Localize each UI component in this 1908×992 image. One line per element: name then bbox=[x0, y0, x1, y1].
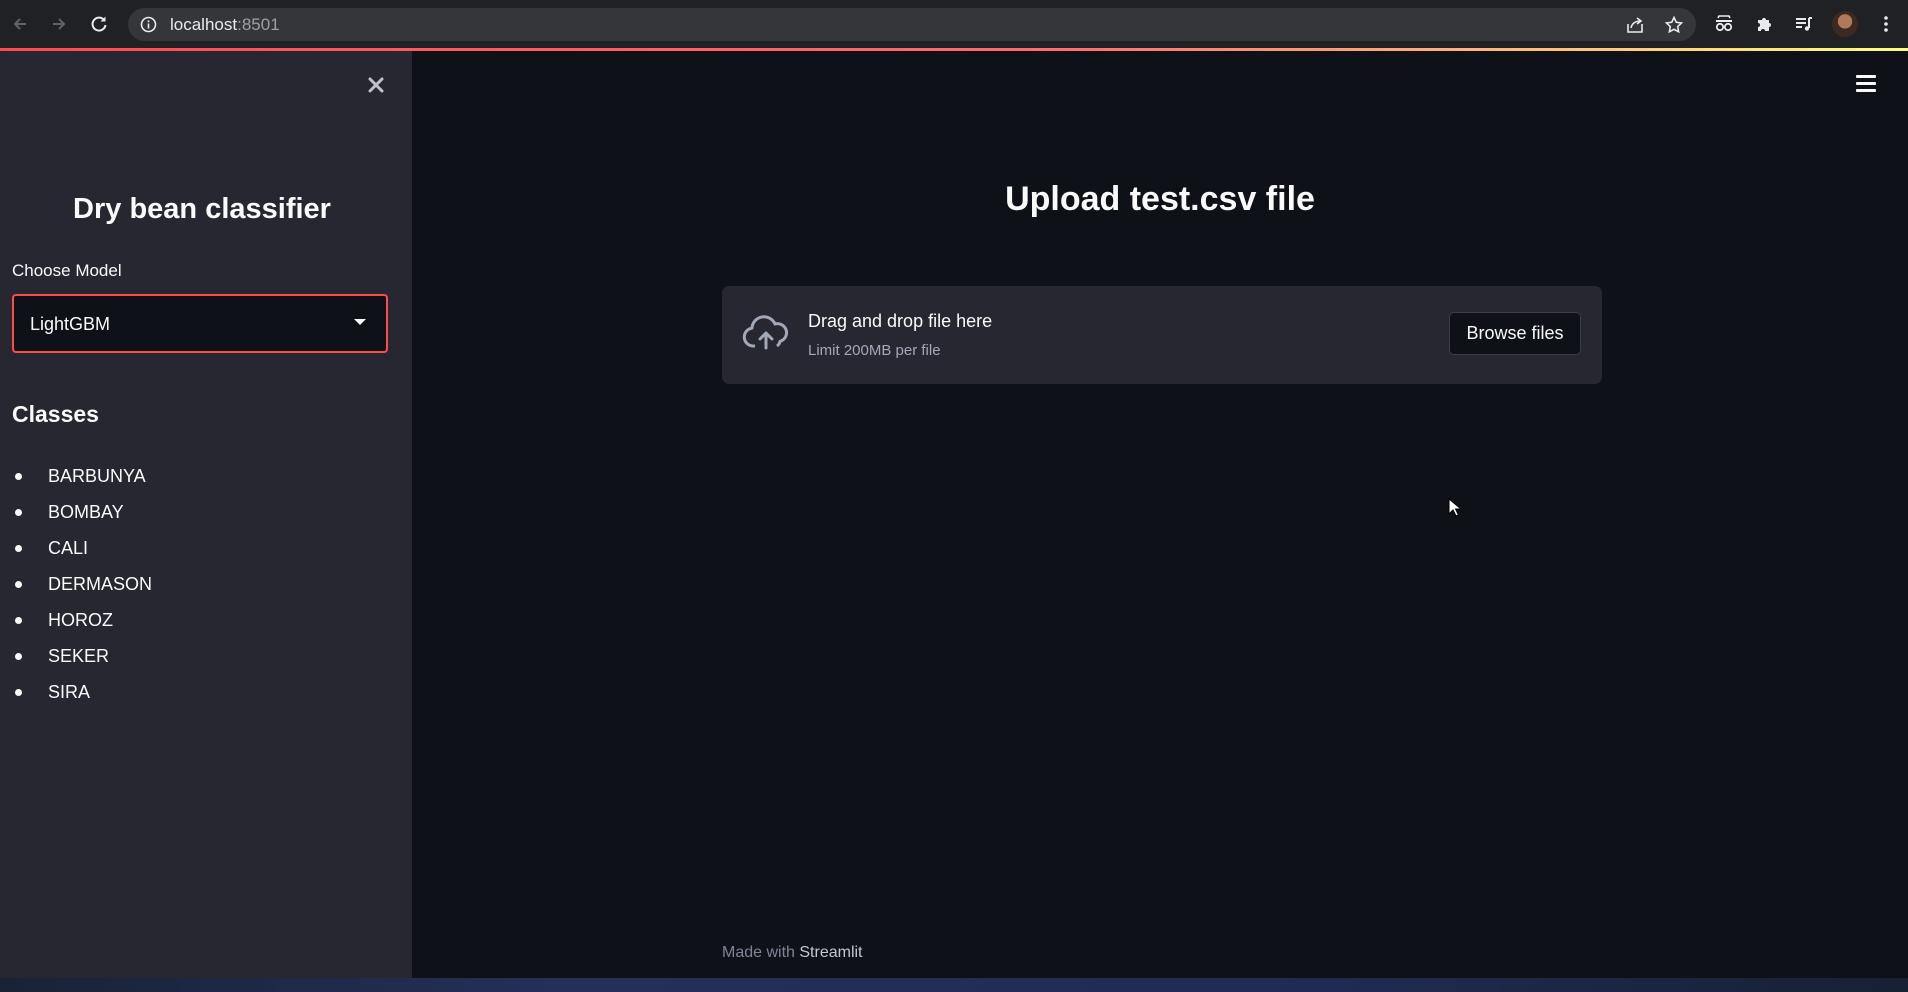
classes-heading: Classes bbox=[12, 401, 99, 427]
footer-prefix: Made with bbox=[722, 944, 800, 961]
media-queue-icon[interactable] bbox=[1792, 12, 1816, 36]
page-title: Upload test.csv file bbox=[1005, 180, 1315, 218]
puzzle-icon[interactable] bbox=[1752, 12, 1776, 36]
url-text[interactable]: localhost:8501 bbox=[170, 8, 280, 41]
share-icon[interactable] bbox=[1624, 14, 1646, 36]
cloud-upload-icon bbox=[742, 314, 790, 354]
model-select-value: LightGBM bbox=[30, 314, 111, 334]
list-item: DERMASON bbox=[12, 566, 152, 602]
back-arrow-icon[interactable] bbox=[8, 12, 32, 36]
model-select-label: Choose Model bbox=[12, 261, 122, 280]
star-icon[interactable] bbox=[1663, 14, 1685, 36]
browser-toolbar: localhost:8501 bbox=[0, 0, 1908, 49]
list-item: CALI bbox=[12, 530, 152, 566]
sidebar: Dry bean classifier Choose Model LightGB… bbox=[0, 51, 412, 978]
taskbar-strip bbox=[0, 978, 1908, 992]
model-select[interactable]: LightGBM bbox=[12, 294, 388, 353]
list-item: BARBUNYA bbox=[12, 458, 152, 494]
drag-drop-text: Drag and drop file here bbox=[808, 311, 993, 331]
sidebar-title: Dry bean classifier bbox=[73, 193, 331, 225]
glasses-icon[interactable] bbox=[1712, 12, 1736, 36]
hamburger-menu-icon[interactable] bbox=[1856, 74, 1878, 94]
reload-icon[interactable] bbox=[87, 12, 111, 36]
list-item: SIRA bbox=[12, 674, 152, 710]
file-uploader-dropzone[interactable]: Drag and drop file here Limit 200MB per … bbox=[722, 286, 1602, 384]
list-item: HOROZ bbox=[12, 602, 152, 638]
info-icon[interactable] bbox=[140, 16, 157, 33]
mouse-cursor-icon bbox=[1448, 497, 1463, 518]
close-icon[interactable] bbox=[362, 71, 390, 99]
footer: Made with Streamlit bbox=[722, 944, 863, 962]
streamlit-link[interactable]: Streamlit bbox=[799, 944, 862, 961]
classes-list: BARBUNYA BOMBAY CALI DERMASON HOROZ SEKE… bbox=[12, 458, 152, 710]
browse-files-button[interactable]: Browse files bbox=[1449, 312, 1581, 355]
address-bar[interactable]: localhost:8501 bbox=[128, 8, 1696, 41]
size-limit-text: Limit 200MB per file bbox=[808, 342, 941, 359]
chevron-down-icon bbox=[354, 319, 366, 325]
list-item: BOMBAY bbox=[12, 494, 152, 530]
kebab-menu-icon[interactable] bbox=[1874, 12, 1898, 36]
forward-arrow-icon[interactable] bbox=[47, 12, 71, 36]
url-host: localhost bbox=[170, 15, 238, 34]
url-port: :8501 bbox=[237, 15, 280, 34]
list-item: SEKER bbox=[12, 638, 152, 674]
profile-avatar[interactable] bbox=[1832, 11, 1858, 37]
